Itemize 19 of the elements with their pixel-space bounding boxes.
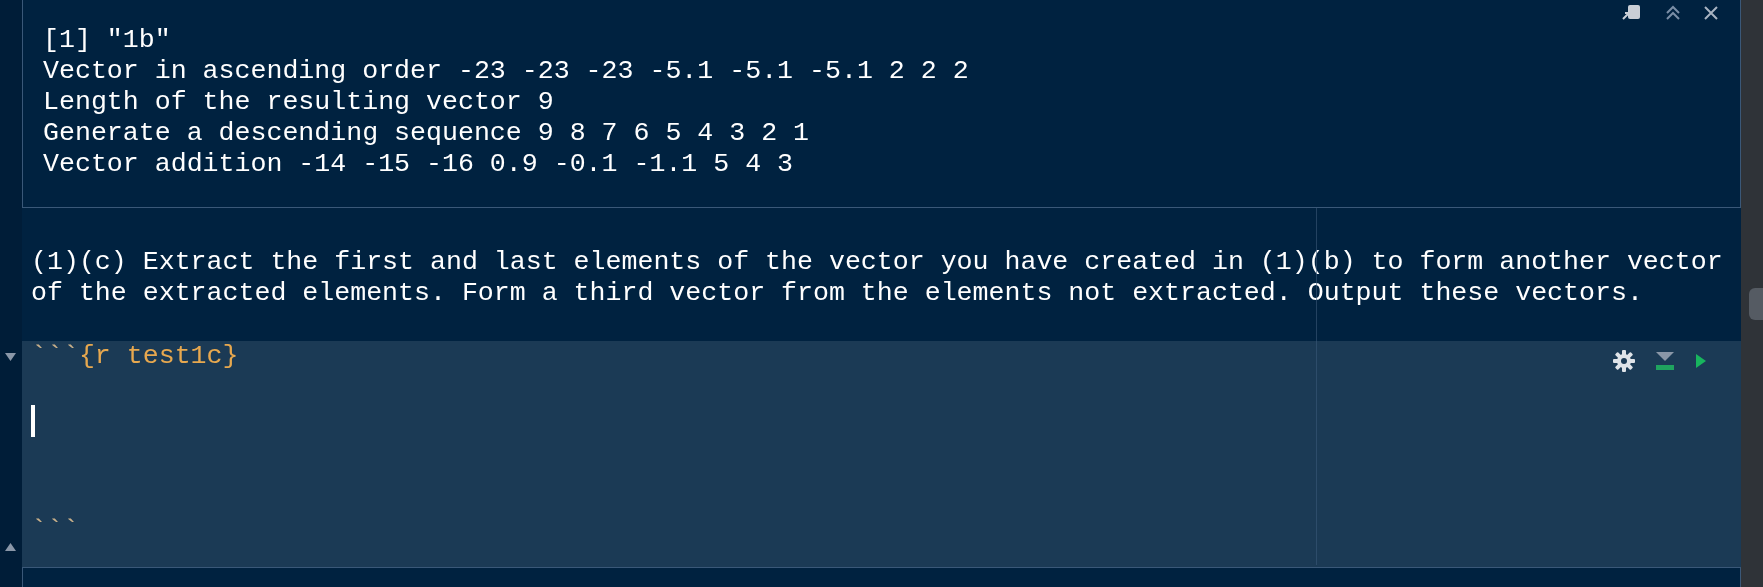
console-output-line: Vector addition -14 -15 -16 0.9 -0.1 -1.1 5 4 3 [43,149,795,180]
close-icon[interactable] [1704,6,1718,20]
fold-icon[interactable] [5,543,16,551]
gear-icon[interactable] [1613,350,1635,372]
prose-line: of the extracted elements. Form a third vector from the elements not extracted. Output these vectors. [31,277,1644,308]
console-output-line: [1] "1b" [43,25,172,56]
console-output-line: Length of the resulting vector 9 [43,87,555,118]
console-output-line: Generate a descending sequence 9 8 7 6 5 4 3 2 1 [43,118,811,149]
fold-icon[interactable] [5,353,16,361]
run-above-icon[interactable] [1655,351,1675,371]
chunk-header: {r test1c} [78,341,239,372]
collapse-icon[interactable] [1664,5,1682,21]
console-output-line: Vector in ascending order -23 -23 -23 -5.1 -5.1 -5.1 2 2 2 [43,56,970,87]
chunk-fence: ``` [31,341,79,372]
scrollbar-thumb[interactable] [1749,288,1763,320]
chunk-fence: ``` [31,514,80,545]
popout-icon[interactable] [1622,4,1642,22]
run-icon[interactable] [1695,353,1707,369]
prose-line: (1)(c) Extract the first and last elements of the vector you have created in (1)(b) to form another vector [31,247,1724,278]
